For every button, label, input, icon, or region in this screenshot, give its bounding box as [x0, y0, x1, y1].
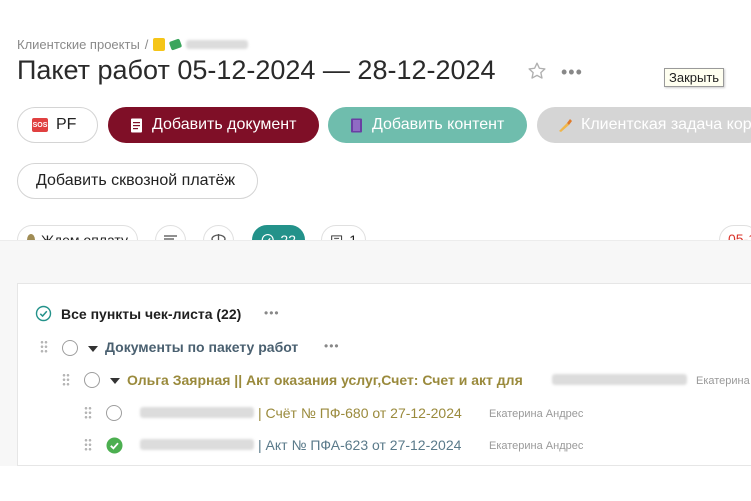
document-icon	[128, 117, 144, 133]
more-options-icon[interactable]: •••	[561, 62, 583, 83]
group-more-icon[interactable]: •••	[324, 339, 340, 353]
item-assignee: Екатерина Андрес	[489, 440, 584, 452]
caret-down-icon[interactable]	[110, 378, 120, 384]
group-title[interactable]: Документы по пакету работ	[105, 339, 298, 355]
item-title[interactable]: | Счёт № ПФ-680 от 27-12-2024	[258, 405, 462, 421]
item-checkbox[interactable]	[106, 405, 122, 421]
sos-icon: SOS	[32, 118, 48, 132]
add-document-label: Добавить документ	[152, 116, 297, 133]
add-content-label: Добавить контент	[372, 116, 505, 133]
subgroup-title[interactable]: Ольга Заярная || Акт оказания услуг,Счет…	[127, 372, 523, 388]
writing-hand-icon	[557, 117, 573, 133]
add-payment-label: Добавить сквозной платёж	[36, 172, 236, 189]
notepad-icon	[153, 38, 166, 51]
group-checkbox[interactable]	[62, 340, 78, 356]
money-icon	[169, 38, 183, 51]
breadcrumb-parent-link[interactable]: Клиентские проекты	[17, 37, 140, 52]
client-task-label: Клиентская задача кор	[581, 116, 751, 133]
add-content-button[interactable]: Добавить контент	[328, 107, 527, 143]
item-title[interactable]: | Акт № ПФА-623 от 27-12-2024	[258, 437, 461, 453]
subgroup-checkbox[interactable]	[84, 372, 100, 388]
subgroup-assignee: Екатерина	[696, 375, 750, 387]
add-document-button[interactable]: Добавить документ	[108, 107, 319, 143]
checklist-check-icon	[35, 305, 52, 322]
redacted-project-name[interactable]	[186, 40, 249, 49]
checklist-title: Все пункты чек-листа (22)	[61, 306, 242, 322]
redacted-document-name	[140, 407, 254, 418]
page-title: Пакет работ 05-12-2024 — 28-12-2024	[17, 55, 496, 85]
redacted-document-name	[140, 439, 254, 450]
breadcrumb-separator: /	[144, 37, 149, 52]
star-icon[interactable]	[526, 60, 548, 82]
redacted-client-name	[552, 374, 687, 385]
drag-handle-icon[interactable]	[62, 373, 70, 387]
drag-handle-icon[interactable]	[40, 340, 48, 354]
caret-down-icon[interactable]	[88, 346, 98, 352]
close-tooltip: Закрыть	[664, 68, 725, 87]
drag-handle-icon[interactable]	[84, 406, 92, 420]
client-task-button[interactable]: Клиентская задача кор	[537, 107, 751, 143]
breadcrumb: Клиентские проекты /	[17, 37, 249, 52]
item-checkbox-checked-icon[interactable]	[106, 437, 123, 454]
pf-button[interactable]: SOS PF	[17, 107, 98, 143]
add-payment-button[interactable]: Добавить сквозной платёж	[17, 163, 258, 199]
drag-handle-icon[interactable]	[84, 438, 92, 452]
checklist-more-icon[interactable]: •••	[264, 306, 280, 320]
pf-label: PF	[56, 116, 77, 133]
book-icon	[348, 117, 364, 133]
item-assignee: Екатерина Андрес	[489, 408, 584, 420]
